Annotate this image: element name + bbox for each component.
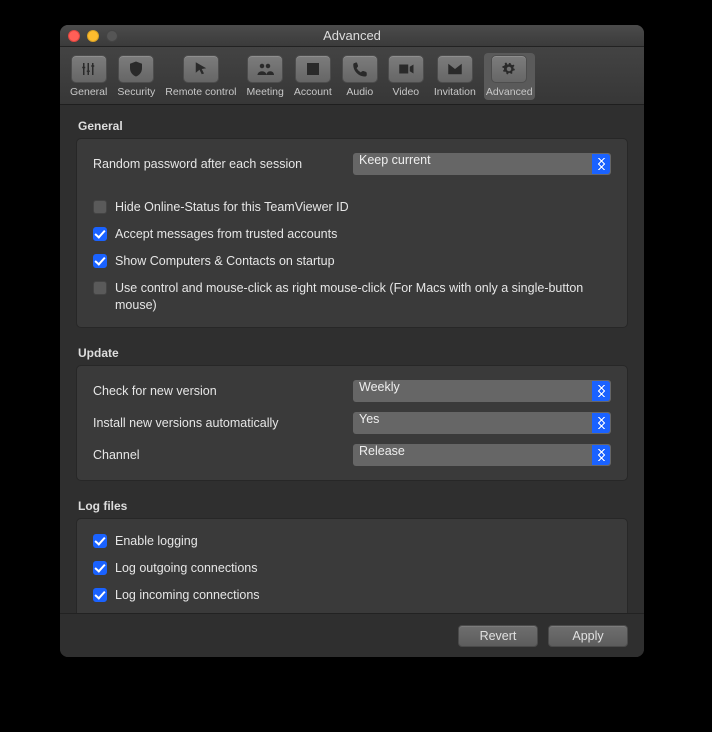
enable-logging-label: Enable logging <box>115 533 198 550</box>
enable-logging-checkbox[interactable] <box>93 534 107 548</box>
log-incoming-checkbox[interactable] <box>93 588 107 602</box>
accept-trusted-checkbox[interactable] <box>93 227 107 241</box>
account-icon <box>304 60 322 78</box>
cursor-icon <box>192 60 210 78</box>
log-outgoing-label: Log outgoing connections <box>115 560 257 577</box>
random-password-label: Random password after each session <box>93 157 343 171</box>
video-icon <box>397 60 415 78</box>
install-auto-select[interactable]: Yes <box>353 412 611 434</box>
ctrl-click-label: Use control and mouse-click as right mou… <box>115 280 611 314</box>
channel-select[interactable]: Release <box>353 444 611 466</box>
accept-trusted-label: Accept messages from trusted accounts <box>115 226 337 243</box>
tab-advanced[interactable]: Advanced <box>484 53 535 100</box>
preferences-window: Advanced General Security Remote control… <box>60 25 644 657</box>
shield-icon <box>127 60 145 78</box>
revert-button[interactable]: Revert <box>458 625 538 647</box>
content-scroll-area[interactable]: General Random password after each sessi… <box>60 105 644 613</box>
close-button[interactable] <box>68 30 80 42</box>
check-version-select[interactable]: Weekly <box>353 380 611 402</box>
random-password-select[interactable]: Keep current <box>353 153 611 175</box>
hide-online-status-label: Hide Online-Status for this TeamViewer I… <box>115 199 349 216</box>
phone-icon <box>351 60 369 78</box>
tab-video[interactable]: Video <box>386 53 426 100</box>
ctrl-click-checkbox[interactable] <box>93 281 107 295</box>
sliders-icon <box>80 60 98 78</box>
section-title-update: Update <box>78 346 626 360</box>
tab-general[interactable]: General <box>68 53 109 100</box>
tab-invitation[interactable]: Invitation <box>432 53 478 100</box>
gears-icon <box>500 60 518 78</box>
people-icon <box>256 60 274 78</box>
prefs-toolbar: General Security Remote control Meeting … <box>60 47 644 105</box>
install-auto-label: Install new versions automatically <box>93 416 343 430</box>
tab-audio[interactable]: Audio <box>340 53 380 100</box>
section-general: Random password after each session Keep … <box>76 138 628 328</box>
footer: Revert Apply <box>60 613 644 657</box>
channel-label: Channel <box>93 448 343 462</box>
envelope-icon <box>446 60 464 78</box>
zoom-button[interactable] <box>106 30 118 42</box>
log-incoming-label: Log incoming connections <box>115 587 260 604</box>
section-title-general: General <box>78 119 626 133</box>
show-contacts-checkbox[interactable] <box>93 254 107 268</box>
show-contacts-label: Show Computers & Contacts on startup <box>115 253 335 270</box>
tab-security[interactable]: Security <box>115 53 157 100</box>
section-update: Check for new version Weekly Install new… <box>76 365 628 481</box>
tab-remote-control[interactable]: Remote control <box>163 53 238 100</box>
apply-button[interactable]: Apply <box>548 625 628 647</box>
section-title-logs: Log files <box>78 499 626 513</box>
log-outgoing-checkbox[interactable] <box>93 561 107 575</box>
minimize-button[interactable] <box>87 30 99 42</box>
titlebar: Advanced <box>60 25 644 47</box>
tab-meeting[interactable]: Meeting <box>245 53 286 100</box>
window-title: Advanced <box>323 28 381 43</box>
hide-online-status-checkbox[interactable] <box>93 200 107 214</box>
tab-account[interactable]: Account <box>292 53 334 100</box>
check-version-label: Check for new version <box>93 384 343 398</box>
section-logs: Enable logging Log outgoing connections … <box>76 518 628 613</box>
window-controls <box>68 30 118 42</box>
